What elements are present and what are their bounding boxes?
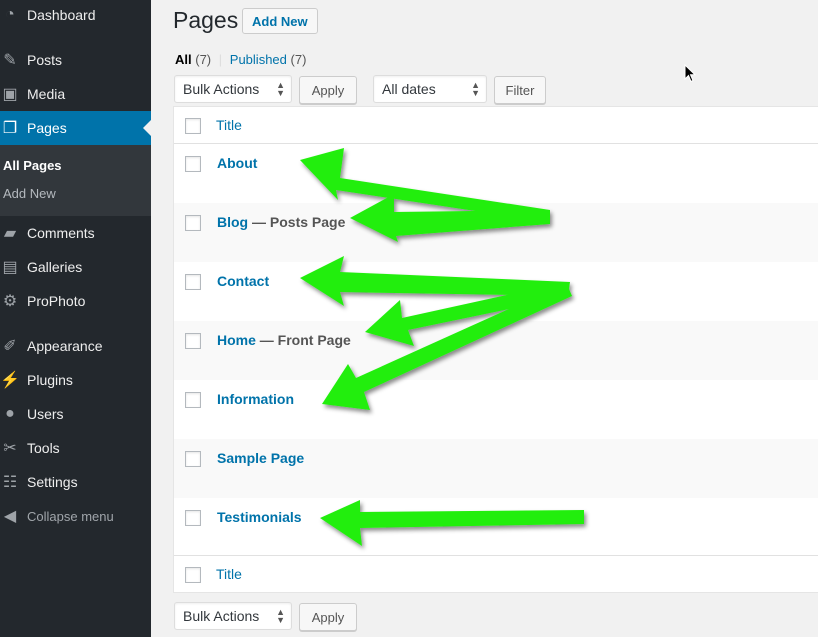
row-checkbox[interactable]	[185, 451, 201, 467]
admin-sidebar: ◔ Dashboard ✎ Posts ▣ Media ❐ Pages All …	[0, 0, 151, 637]
sidebar-item-label: Users	[27, 406, 64, 422]
table-row: Blog — Posts Page	[174, 203, 818, 262]
add-new-page-button[interactable]: Add New	[242, 8, 318, 34]
gallery-icon: ▤	[2, 259, 18, 276]
sidebar-item-label: Media	[27, 86, 66, 102]
collapse-menu-label: Collapse menu	[27, 508, 114, 524]
table-footer: Title	[174, 555, 818, 592]
table-row: Home — Front Page	[174, 321, 818, 380]
sidebar-item-label: Comments	[27, 225, 95, 241]
page-title-link[interactable]: Home	[217, 332, 256, 348]
pages-submenu: All Pages Add New	[0, 145, 151, 216]
user-icon: ●	[5, 405, 15, 422]
settings-sliders-icon: ☷	[2, 474, 18, 491]
sidebar-item-tools[interactable]: ✂ Tools	[0, 431, 151, 465]
view-all-link[interactable]: All (7)	[175, 52, 211, 67]
row-checkbox[interactable]	[185, 392, 201, 408]
media-icon: ▣	[2, 86, 18, 103]
row-checkbox[interactable]	[185, 274, 201, 290]
bulk-actions-select-top[interactable]: Bulk Actions ▲ ▼	[174, 75, 292, 103]
sidebar-item-label: Appearance	[27, 338, 103, 354]
row-checkbox[interactable]	[185, 510, 201, 526]
comment-icon: ▰	[3, 225, 17, 242]
table-row: Information	[174, 380, 818, 439]
status-views: All (7) | Published (7)	[175, 52, 306, 67]
select-arrows-icon: ▲ ▼	[276, 80, 285, 98]
select-all-checkbox[interactable]	[185, 118, 201, 134]
views-separator: |	[218, 52, 223, 67]
apply-button-top[interactable]: Apply	[299, 76, 357, 104]
table-row: Sample Page	[174, 439, 818, 498]
main-content: Pages Add New All (7) | Published (7) Bu…	[151, 0, 818, 637]
sidebar-item-plugins[interactable]: ⚡ Plugins	[0, 363, 151, 397]
view-published-label: Published	[229, 52, 287, 67]
sidebar-item-label: Settings	[27, 474, 78, 490]
sidebar-item-label: Posts	[27, 52, 63, 68]
submenu-add-new[interactable]: Add New	[3, 186, 56, 201]
plug-icon: ⚡	[0, 372, 20, 389]
view-published-link[interactable]: Published (7)	[230, 52, 307, 67]
page-title-link[interactable]: Contact	[217, 273, 269, 289]
sidebar-item-label: Tools	[27, 440, 60, 456]
bulk-actions-select-bottom[interactable]: Bulk Actions ▲ ▼	[174, 602, 292, 630]
page-state: — Front Page	[255, 332, 351, 348]
page-title-link[interactable]: Sample Page	[217, 450, 304, 466]
sidebar-item-posts[interactable]: ✎ Posts	[0, 43, 151, 77]
sidebar-item-label: Galleries	[27, 259, 83, 275]
page-title-link[interactable]: Testimonials	[217, 509, 302, 525]
sidebar-item-comments[interactable]: ▰ Comments	[0, 216, 151, 250]
view-all-count: (7)	[195, 52, 212, 67]
sidebar-item-prophoto[interactable]: ⚙ ProPhoto	[0, 284, 151, 318]
gear-icon: ⚙	[2, 293, 18, 310]
sidebar-item-appearance[interactable]: ✐ Appearance	[0, 329, 151, 363]
page-state: — Posts Page	[248, 214, 346, 230]
page-title-link[interactable]: Information	[217, 391, 294, 407]
date-filter-value: All dates	[382, 81, 436, 97]
sidebar-item-dashboard[interactable]: ◔ Dashboard	[0, 0, 151, 32]
bulk-actions-value: Bulk Actions	[183, 81, 260, 97]
sidebar-item-pages[interactable]: ❐ Pages	[0, 111, 151, 145]
table-row: Testimonials	[174, 498, 818, 557]
row-checkbox[interactable]	[185, 156, 201, 172]
bulk-actions-value: Bulk Actions	[183, 608, 260, 624]
table-row: About	[174, 144, 818, 203]
collapse-menu-button[interactable]: ◀ Collapse menu	[0, 499, 151, 533]
date-filter-select[interactable]: All dates ▲ ▼	[373, 75, 487, 103]
table-header: Title	[174, 107, 818, 144]
page-title-link[interactable]: Blog	[217, 214, 248, 230]
pages-table: Title About Blog — Posts Page Contact Ho…	[173, 106, 818, 593]
page-title: Pages	[173, 7, 239, 33]
sidebar-item-label: Dashboard	[27, 7, 96, 23]
sidebar-item-users[interactable]: ● Users	[0, 397, 151, 431]
view-all-label: All	[175, 52, 192, 67]
wrench-icon: ✂	[3, 440, 17, 457]
collapse-icon: ◀	[3, 508, 17, 525]
column-title-sort-link[interactable]: Title	[216, 117, 242, 133]
apply-button-bottom[interactable]: Apply	[299, 603, 357, 631]
view-published-count: (7)	[290, 52, 307, 67]
row-checkbox[interactable]	[185, 215, 201, 231]
filter-button[interactable]: Filter	[494, 76, 546, 104]
sidebar-item-label: ProPhoto	[27, 293, 86, 309]
sidebar-item-label: Pages	[27, 120, 67, 136]
sidebar-item-galleries[interactable]: ▤ Galleries	[0, 250, 151, 284]
select-all-checkbox-footer[interactable]	[185, 567, 201, 583]
select-arrows-icon: ▲ ▼	[276, 607, 285, 625]
brush-icon: ✐	[3, 338, 17, 355]
table-row: Contact	[174, 262, 818, 321]
page-title-link[interactable]: About	[217, 155, 257, 171]
row-checkbox[interactable]	[185, 333, 201, 349]
column-title-sort-link-footer[interactable]: Title	[216, 566, 242, 582]
sidebar-item-media[interactable]: ▣ Media	[0, 77, 151, 111]
sidebar-item-settings[interactable]: ☷ Settings	[0, 465, 151, 499]
select-arrows-icon: ▲ ▼	[471, 80, 480, 98]
submenu-all-pages[interactable]: All Pages	[3, 158, 62, 173]
pages-icon: ❐	[2, 120, 18, 137]
pin-icon: ✎	[3, 52, 17, 69]
mouse-cursor-icon	[684, 64, 697, 83]
sidebar-item-label: Plugins	[27, 372, 73, 388]
dashboard-icon: ◔	[5, 6, 15, 23]
